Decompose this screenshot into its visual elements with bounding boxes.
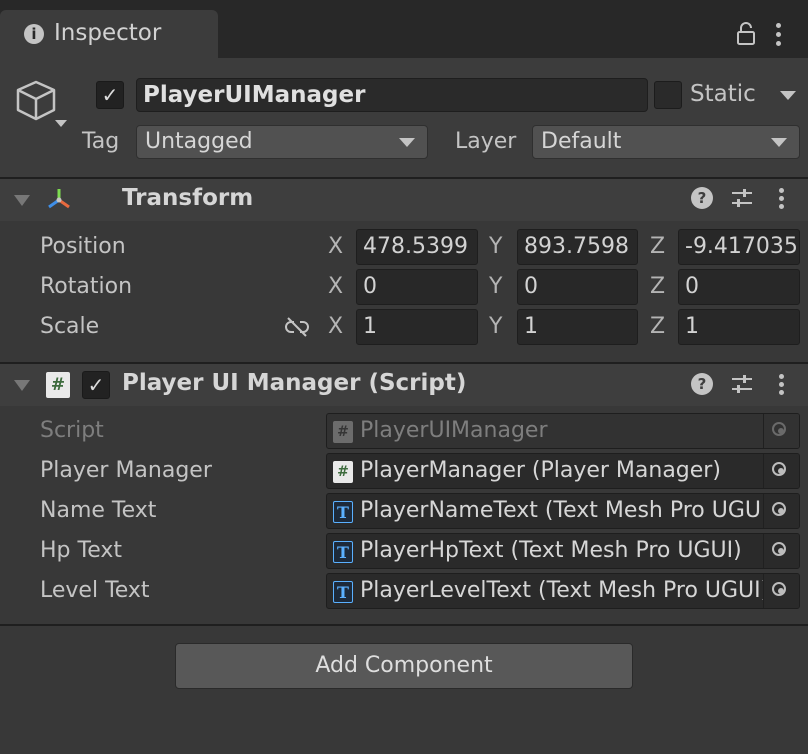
tag-dropdown[interactable]: Untagged <box>136 125 428 159</box>
lock-icon[interactable] <box>736 22 756 46</box>
axis-x-label[interactable]: X <box>328 234 343 259</box>
rotation-z-field[interactable]: 0 <box>678 269 800 305</box>
name-text-label: Name Text <box>40 498 157 523</box>
level-text-label: Level Text <box>40 578 150 603</box>
object-picker-button[interactable] <box>763 494 799 528</box>
component-enabled-checkbox[interactable]: ✓ <box>82 371 110 399</box>
textmeshpro-icon: T <box>333 501 353 523</box>
script-icon: # <box>333 421 353 443</box>
script-component-title: Player UI Manager (Script) <box>122 370 467 396</box>
info-icon: i <box>24 24 44 44</box>
name-text-value: PlayerNameText (Text Mesh Pro UGUI) <box>360 498 777 523</box>
component-menu-icon[interactable] <box>779 374 785 398</box>
level-text-value: PlayerLevelText (Text Mesh Pro UGUI) <box>360 578 770 603</box>
axis-z-label[interactable]: Z <box>650 274 665 299</box>
script-field-value: PlayerUIManager <box>360 418 548 443</box>
object-picker-icon <box>772 582 786 596</box>
active-checkbox[interactable]: ✓ <box>96 81 124 109</box>
layer-label: Layer <box>455 129 517 154</box>
tag-value: Untagged <box>145 129 253 154</box>
player-manager-field[interactable]: # PlayerManager (Player Manager) <box>326 453 800 489</box>
hp-text-field[interactable]: T PlayerHpText (Text Mesh Pro UGUI) <box>326 533 800 569</box>
preset-sliders-icon[interactable] <box>730 373 754 395</box>
textmeshpro-icon: T <box>333 581 353 603</box>
player-manager-value: PlayerManager (Player Manager) <box>360 458 721 483</box>
scale-x-field[interactable]: 1 <box>356 309 478 345</box>
object-picker-button <box>763 414 799 448</box>
tab-title: Inspector <box>54 20 162 46</box>
static-checkbox[interactable] <box>654 81 682 109</box>
position-label: Position <box>40 234 126 259</box>
axis-x-label[interactable]: X <box>328 314 343 339</box>
component-menu-icon[interactable] <box>779 188 785 212</box>
transform-title: Transform <box>122 185 254 211</box>
object-picker-button[interactable] <box>763 454 799 488</box>
layer-dropdown[interactable]: Default <box>532 125 800 159</box>
chevron-down-icon <box>771 138 787 147</box>
hp-text-label: Hp Text <box>40 538 122 563</box>
textmeshpro-icon: T <box>333 541 353 563</box>
axis-z-label[interactable]: Z <box>650 234 665 259</box>
player-manager-label: Player Manager <box>40 458 212 483</box>
static-label: Static <box>690 81 756 107</box>
object-picker-icon <box>772 422 786 436</box>
foldout-arrow-icon[interactable] <box>14 195 30 206</box>
hp-text-value: PlayerHpText (Text Mesh Pro UGUI) <box>360 538 742 563</box>
position-y-field[interactable]: 893.7598 <box>517 229 638 265</box>
gameobject-header <box>0 58 808 177</box>
rotation-label: Rotation <box>40 274 133 299</box>
gameobject-cube-icon[interactable] <box>14 78 70 132</box>
foldout-arrow-icon[interactable] <box>14 380 30 391</box>
script-icon: # <box>46 372 70 398</box>
position-z-field[interactable]: -9.417035 <box>678 229 800 265</box>
gameobject-name-field[interactable]: PlayerUIManager <box>136 78 648 112</box>
script-icon: # <box>333 461 353 483</box>
axis-z-label[interactable]: Z <box>650 314 665 339</box>
object-picker-icon <box>772 462 786 476</box>
script-object-field: # PlayerUIManager <box>326 413 800 449</box>
rotation-x-field[interactable]: 0 <box>356 269 478 305</box>
scale-y-field[interactable]: 1 <box>517 309 638 345</box>
transform-icon <box>44 186 74 212</box>
rotation-y-field[interactable]: 0 <box>517 269 638 305</box>
kebab-menu-icon[interactable] <box>776 23 782 47</box>
script-field-label: Script <box>40 418 104 443</box>
divider <box>0 624 808 626</box>
object-picker-icon <box>772 542 786 556</box>
scale-z-field[interactable]: 1 <box>678 309 800 345</box>
axis-x-label[interactable]: X <box>328 274 343 299</box>
scale-label: Scale <box>40 314 100 339</box>
layer-value: Default <box>541 129 622 154</box>
tag-label: Tag <box>82 129 120 154</box>
axis-y-label[interactable]: Y <box>489 314 502 339</box>
add-component-button[interactable]: Add Component <box>175 643 633 689</box>
axis-y-label[interactable]: Y <box>489 274 502 299</box>
static-dropdown-caret-icon[interactable] <box>780 91 796 100</box>
help-icon[interactable]: ? <box>691 187 713 209</box>
object-picker-button[interactable] <box>763 574 799 608</box>
object-picker-button[interactable] <box>763 534 799 568</box>
level-text-field[interactable]: T PlayerLevelText (Text Mesh Pro UGUI) <box>326 573 800 609</box>
chevron-down-icon <box>399 138 415 147</box>
preset-sliders-icon[interactable] <box>730 187 754 209</box>
position-x-field[interactable]: 478.5399 <box>356 229 478 265</box>
help-icon[interactable]: ? <box>691 373 713 395</box>
object-picker-icon <box>772 502 786 516</box>
constrain-proportions-link-icon[interactable] <box>284 316 310 338</box>
axis-y-label[interactable]: Y <box>489 234 502 259</box>
name-text-field[interactable]: T PlayerNameText (Text Mesh Pro UGUI) <box>326 493 800 529</box>
